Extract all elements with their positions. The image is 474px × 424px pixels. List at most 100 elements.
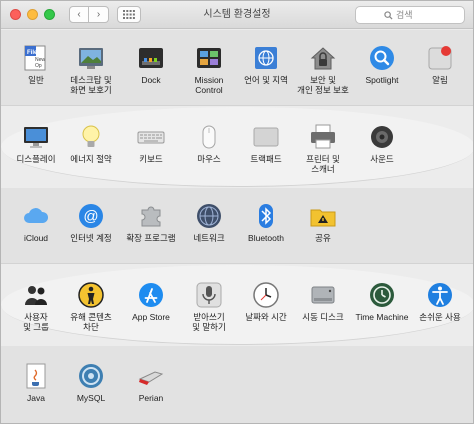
pref-sharing[interactable]: 공유 bbox=[291, 202, 355, 243]
pref-energy-saver[interactable]: 에너지 절약 bbox=[59, 123, 123, 164]
pref-network[interactable]: 네트워크 bbox=[177, 202, 241, 243]
pref-printers-scanners[interactable]: 프린터 및 스캐너 bbox=[291, 123, 355, 174]
pref-keyboard[interactable]: 키보드 bbox=[119, 123, 183, 164]
pref-perian[interactable]: Perian bbox=[119, 362, 183, 403]
section-other: Java MySQL Perian bbox=[1, 346, 473, 423]
pref-sound[interactable]: 사운드 bbox=[350, 123, 414, 164]
section-personal: File New Op 일반 데스크탑 및 화면 보호기 Dock Missio… bbox=[1, 30, 473, 106]
pref-extensions[interactable]: 확장 프로그램 bbox=[119, 202, 183, 243]
pref-label: Dock bbox=[141, 75, 161, 85]
navigation-buttons: ‹ › bbox=[69, 6, 109, 23]
house-lock-icon bbox=[310, 47, 336, 70]
pref-label: 네트워크 bbox=[193, 233, 225, 243]
pref-label: 에너지 절약 bbox=[70, 154, 112, 164]
pref-mission-control[interactable]: Mission Control bbox=[177, 44, 241, 95]
section-internet-wireless: iCloud @ 인터넷 계정 확장 프로그램 네트워크 Bluetooth 공… bbox=[1, 188, 473, 264]
pref-label: MySQL bbox=[76, 393, 106, 403]
at-sign-icon: @ bbox=[79, 204, 103, 228]
pref-label: 트랙패드 bbox=[250, 154, 282, 164]
clock-icon bbox=[253, 282, 279, 308]
shared-folder-icon bbox=[310, 209, 336, 227]
pref-bluetooth[interactable]: Bluetooth bbox=[234, 202, 298, 243]
pref-label: 확장 프로그램 bbox=[126, 233, 176, 243]
close-button[interactable] bbox=[10, 9, 21, 20]
pref-label: Time Machine bbox=[355, 312, 409, 322]
pref-dictation-speech[interactable]: 받아쓰기 및 말하기 bbox=[177, 281, 241, 332]
pref-label: 알림 bbox=[432, 75, 448, 85]
show-all-button[interactable] bbox=[117, 6, 141, 23]
bluetooth-icon bbox=[259, 204, 273, 228]
disk-icon bbox=[311, 286, 335, 304]
pref-label: Bluetooth bbox=[248, 233, 284, 243]
cloud-icon bbox=[24, 208, 49, 223]
pref-accessibility[interactable]: 손쉬운 사용 bbox=[408, 281, 472, 322]
search-input[interactable] bbox=[396, 10, 436, 20]
pref-notifications[interactable]: 알림 bbox=[408, 44, 472, 85]
svg-text:@: @ bbox=[83, 208, 98, 225]
pref-startup-disk[interactable]: 시동 디스크 bbox=[291, 281, 355, 322]
microphone-icon bbox=[196, 282, 222, 308]
pref-label: 손쉬운 사용 bbox=[419, 312, 461, 322]
desktop-icon bbox=[79, 48, 103, 69]
pref-label: 사운드 bbox=[370, 154, 394, 164]
svg-text:File: File bbox=[27, 50, 38, 56]
network-globe-icon bbox=[197, 204, 221, 228]
pref-label: 받아쓰기 및 말하기 bbox=[192, 312, 226, 332]
pref-label: 날짜와 시간 bbox=[245, 312, 287, 322]
pref-label: Spotlight bbox=[365, 75, 399, 85]
mission-control-icon bbox=[197, 48, 221, 68]
pref-desktop-screensaver[interactable]: 데스크탑 및 화면 보호기 bbox=[59, 44, 123, 95]
keyboard-icon bbox=[137, 131, 165, 144]
file-icon: File New Op bbox=[24, 45, 46, 71]
search-field[interactable] bbox=[355, 6, 465, 24]
app-store-icon bbox=[139, 283, 163, 307]
pref-time-machine[interactable]: Time Machine bbox=[350, 281, 414, 322]
puzzle-icon bbox=[141, 206, 161, 227]
users-icon bbox=[25, 286, 47, 305]
pref-spotlight[interactable]: Spotlight bbox=[350, 44, 414, 85]
pref-label: 프린터 및 스캐너 bbox=[306, 154, 340, 174]
perian-knife-icon bbox=[138, 371, 164, 385]
pref-label: 유해 콘텐츠 차단 bbox=[70, 312, 112, 332]
pref-label: 공유 bbox=[315, 233, 331, 243]
pref-dock[interactable]: Dock bbox=[119, 44, 183, 85]
printer-icon bbox=[311, 124, 335, 149]
pref-date-time[interactable]: 날짜와 시간 bbox=[234, 281, 298, 322]
pref-trackpad[interactable]: 트랙패드 bbox=[234, 123, 298, 164]
notification-icon bbox=[428, 46, 452, 70]
forward-button[interactable]: › bbox=[89, 6, 109, 23]
zoom-button[interactable] bbox=[44, 9, 55, 20]
svg-text:Op: Op bbox=[35, 63, 42, 69]
grid-icon bbox=[123, 10, 135, 19]
system-preferences-window: ‹ › 시스템 환경설정 검색 File New Op 일반 데스크탑 및 화면… bbox=[0, 0, 474, 424]
trackpad-icon bbox=[253, 127, 279, 147]
search-icon bbox=[384, 10, 393, 20]
magnifier-icon bbox=[370, 46, 394, 70]
pref-label: 인터넷 계정 bbox=[70, 233, 112, 243]
dock-icon bbox=[139, 48, 163, 68]
java-icon bbox=[26, 363, 46, 389]
globe-flag-icon bbox=[255, 47, 277, 69]
section-hardware: 디스플레이 에너지 절약 키보드 마우스 트랙패드 프린터 및 스캐너 사운드 bbox=[1, 107, 473, 187]
back-button[interactable]: ‹ bbox=[69, 6, 89, 23]
pref-label: 시동 디스크 bbox=[302, 312, 344, 322]
pref-label: 키보드 bbox=[139, 154, 163, 164]
pref-mysql[interactable]: MySQL bbox=[59, 362, 123, 403]
title-bar: ‹ › 시스템 환경설정 bbox=[1, 1, 473, 29]
pref-internet-accounts[interactable]: @ 인터넷 계정 bbox=[59, 202, 123, 243]
speaker-icon bbox=[371, 126, 393, 148]
pref-label: App Store bbox=[132, 312, 170, 322]
pref-language-region[interactable]: 언어 및 지역 bbox=[234, 44, 298, 85]
window-controls bbox=[10, 9, 55, 20]
mouse-icon bbox=[202, 125, 216, 149]
accessibility-icon bbox=[428, 283, 452, 307]
minimize-button[interactable] bbox=[27, 9, 38, 20]
pref-app-store[interactable]: App Store bbox=[119, 281, 183, 322]
pref-label: 언어 및 지역 bbox=[244, 75, 288, 85]
pref-parental-controls[interactable]: 유해 콘텐츠 차단 bbox=[59, 281, 123, 332]
lightbulb-icon bbox=[82, 125, 100, 147]
pref-label: 보안 및 개인 정보 보호 bbox=[297, 75, 349, 95]
mysql-icon bbox=[79, 364, 103, 388]
pref-security-privacy[interactable]: 보안 및 개인 정보 보호 bbox=[291, 44, 355, 95]
pref-mouse[interactable]: 마우스 bbox=[177, 123, 241, 164]
